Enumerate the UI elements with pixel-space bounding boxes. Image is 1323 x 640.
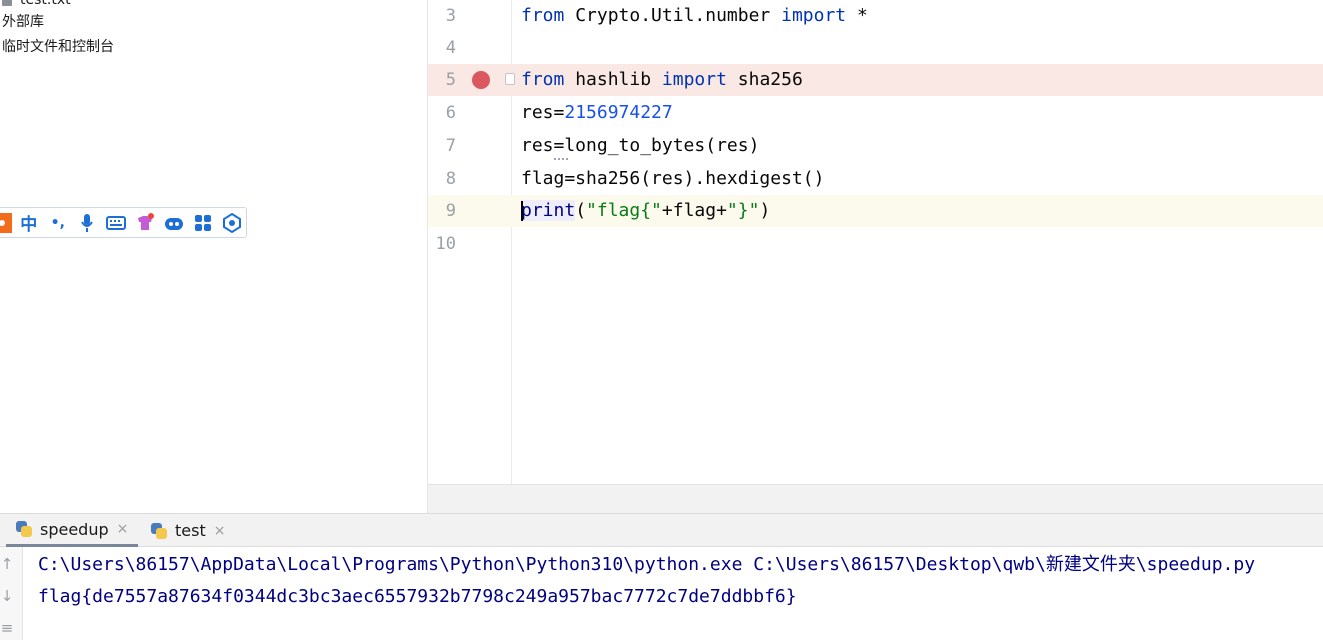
code-text: from Crypto.Util.number import * <box>521 0 868 32</box>
console-toolbar: ↑ ↓ ≡ <box>0 547 23 640</box>
tab-label: speedup <box>40 519 109 539</box>
close-icon[interactable]: × <box>117 521 129 537</box>
tree-item-test-txt[interactable]: test.txt <box>2 0 71 11</box>
code-token: ( <box>575 200 587 221</box>
weak-warning-squiggle <box>554 155 568 160</box>
tab-test[interactable]: test × <box>141 514 235 547</box>
code-line[interactable]: 3 from Crypto.Util.number import * <box>428 0 1323 32</box>
tree-item-scratches-consoles[interactable]: 临时文件和控制台 <box>2 36 114 58</box>
line-number: 5 <box>445 70 456 90</box>
line-number: 7 <box>445 136 456 156</box>
code-token: from <box>521 69 565 90</box>
code-token: * <box>846 5 868 26</box>
run-console[interactable]: ↑ ↓ ≡ C:\Users\86157\AppData\Local\Progr… <box>0 547 1323 640</box>
line-number: 6 <box>445 103 456 123</box>
code-editor[interactable]: 3 from Crypto.Util.number import * 4 5 f… <box>428 0 1323 484</box>
text-caret <box>521 201 523 221</box>
code-token: Crypto.Util.number <box>564 5 782 26</box>
code-token: res= <box>521 102 565 123</box>
code-text: res=2156974227 <box>521 97 673 129</box>
horizontal-scrollbar[interactable] <box>428 484 1323 513</box>
punctuation-icon[interactable]: •, <box>43 208 72 238</box>
keyboard-icon[interactable] <box>101 208 130 238</box>
code-token: sha256 <box>726 69 803 90</box>
tree-item-label: 临时文件和控制台 <box>2 39 114 55</box>
tab-label: test <box>175 521 206 540</box>
chinese-mode-icon[interactable]: 中 <box>14 208 43 238</box>
breakpoint-icon[interactable] <box>472 71 490 89</box>
line-number: 8 <box>445 169 456 189</box>
microphone-icon[interactable] <box>72 208 101 238</box>
code-token: print <box>521 200 576 221</box>
toolbox-icon[interactable] <box>217 208 246 238</box>
code-text: flag=sha256(res).hexdigest() <box>521 163 824 195</box>
run-tab-bar: speedup × test × <box>0 513 1323 547</box>
apps-grid-icon[interactable] <box>188 208 217 238</box>
tree-item-label: test.txt <box>20 0 71 8</box>
code-token: from <box>521 5 565 26</box>
console-command-line: C:\Users\86157\AppData\Local\Programs\Py… <box>38 554 1256 575</box>
code-token: import <box>781 5 847 26</box>
fold-marker-icon[interactable] <box>505 73 515 85</box>
tab-speedup[interactable]: speedup × <box>6 514 139 547</box>
project-tree-panel: test.txt 外部库 临时文件和控制台 中 •, <box>0 0 428 513</box>
code-text: print("flag{"+flag+"}") <box>521 195 770 227</box>
code-token: ) <box>759 200 771 221</box>
line-number: 10 <box>435 234 456 254</box>
line-number: 4 <box>445 38 456 58</box>
code-token: +flag+ <box>661 200 727 221</box>
code-token: "flag{" <box>586 200 662 221</box>
python-icon <box>151 522 167 539</box>
skin-icon[interactable] <box>130 208 159 238</box>
code-token: "}" <box>726 200 760 221</box>
robot-icon[interactable] <box>159 208 188 238</box>
code-line[interactable]: 8 flag=sha256(res).hexdigest() <box>428 163 1323 195</box>
ime-toolbar: 中 •, <box>0 207 247 238</box>
code-token: hashlib <box>564 69 662 90</box>
close-icon[interactable]: × <box>214 523 226 539</box>
code-token: import <box>661 69 727 90</box>
soft-wrap-icon[interactable]: ≡ <box>0 619 14 637</box>
scroll-up-icon[interactable]: ↑ <box>0 555 14 573</box>
punctuation-label: •, <box>50 214 65 231</box>
line-number: 9 <box>445 201 456 221</box>
code-token: 2156974227 <box>564 102 673 123</box>
code-line[interactable]: 6 res=2156974227 <box>428 97 1323 129</box>
tree-item-external-libraries[interactable]: 外部库 <box>2 11 44 33</box>
code-line[interactable]: 10 <box>428 228 1323 260</box>
line-number: 3 <box>445 6 456 26</box>
scroll-down-icon[interactable]: ↓ <box>0 587 14 605</box>
code-line-current[interactable]: 9 print("flag{"+flag+"}") <box>428 195 1323 227</box>
tree-item-label: 外部库 <box>2 14 44 30</box>
code-text: from hashlib import sha256 <box>521 64 803 96</box>
text-file-icon <box>2 0 12 6</box>
code-line[interactable]: 4 <box>428 32 1323 64</box>
logo-icon[interactable] <box>0 208 14 238</box>
code-token: flag=sha256(res).hexdigest() <box>521 168 825 189</box>
console-output-line: flag{de7557a87634f0344dc3bc3aec6557932b7… <box>38 586 797 607</box>
code-token: res=long_to_bytes(res) <box>521 135 760 156</box>
code-line-breakpoint[interactable]: 5 from hashlib import sha256 <box>428 64 1323 96</box>
python-icon <box>16 521 32 537</box>
code-line[interactable]: 7 res=long_to_bytes(res) <box>428 130 1323 162</box>
chinese-mode-label: 中 <box>20 215 38 235</box>
